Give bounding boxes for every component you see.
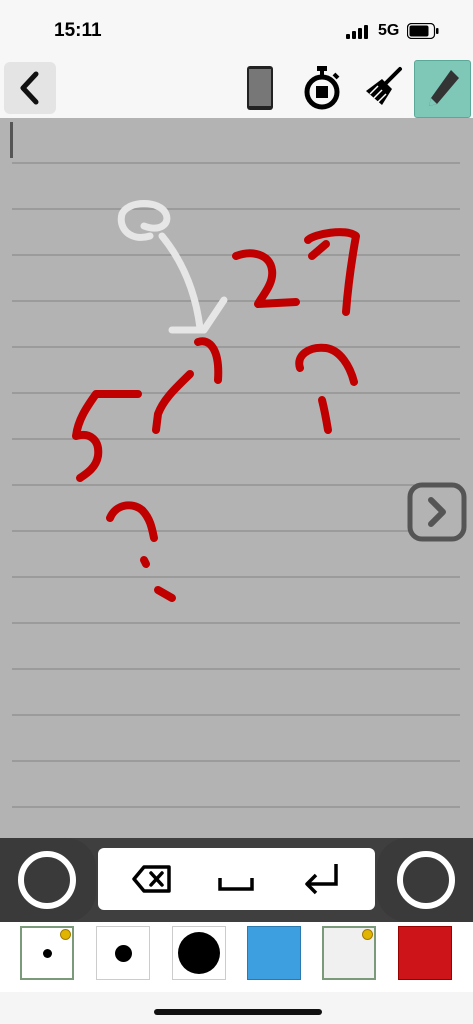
pen-button[interactable] [414,60,471,118]
enter-button[interactable] [298,860,346,898]
back-button[interactable] [4,62,56,114]
broom-icon [366,67,402,105]
small-pen-size-button[interactable] [20,926,74,980]
right-ring-button[interactable] [397,851,455,909]
enter-return-icon [305,864,338,895]
white-color-button[interactable] [322,926,376,980]
left-ring-panel [0,838,96,922]
timer-button[interactable] [298,63,346,113]
right-ring-panel [377,838,473,922]
chevron-left-icon [20,71,39,105]
backspace-icon [132,865,171,893]
toolbar [0,60,473,118]
medium-pen-size-button[interactable] [96,926,150,980]
red-color-button[interactable] [398,926,452,980]
signal-icon [346,25,368,39]
next-button[interactable] [407,482,467,542]
key-panel [98,848,375,910]
chevron-right-icon [407,482,467,542]
stopwatch-icon [304,66,340,110]
ink-strokes [72,200,360,602]
settings-badge-icon [362,929,373,940]
phone-button[interactable] [240,63,280,113]
large-dot [178,932,220,974]
small-dot [42,948,52,958]
white-ink [117,200,228,334]
home-indicator [154,1009,322,1015]
pencil-icon [428,70,459,106]
network-label: 5G [378,22,400,39]
status-bar: 15:11 5G [0,0,473,60]
red-ink [72,228,360,602]
left-ring-button[interactable] [18,851,76,909]
palette-bar [0,922,473,992]
clear-button[interactable] [358,63,406,113]
battery-icon [407,23,439,39]
backspace-button[interactable] [128,860,176,898]
key-bar [0,838,473,922]
phone-icon [247,66,273,110]
space-bar-icon [218,878,254,891]
large-pen-size-button[interactable] [172,926,226,980]
space-button[interactable] [212,860,260,898]
drawing-canvas[interactable] [0,118,473,838]
blue-color-button[interactable] [247,926,301,980]
settings-badge-icon [60,929,71,940]
medium-dot [114,944,132,962]
status-time: 15:11 [54,20,102,41]
